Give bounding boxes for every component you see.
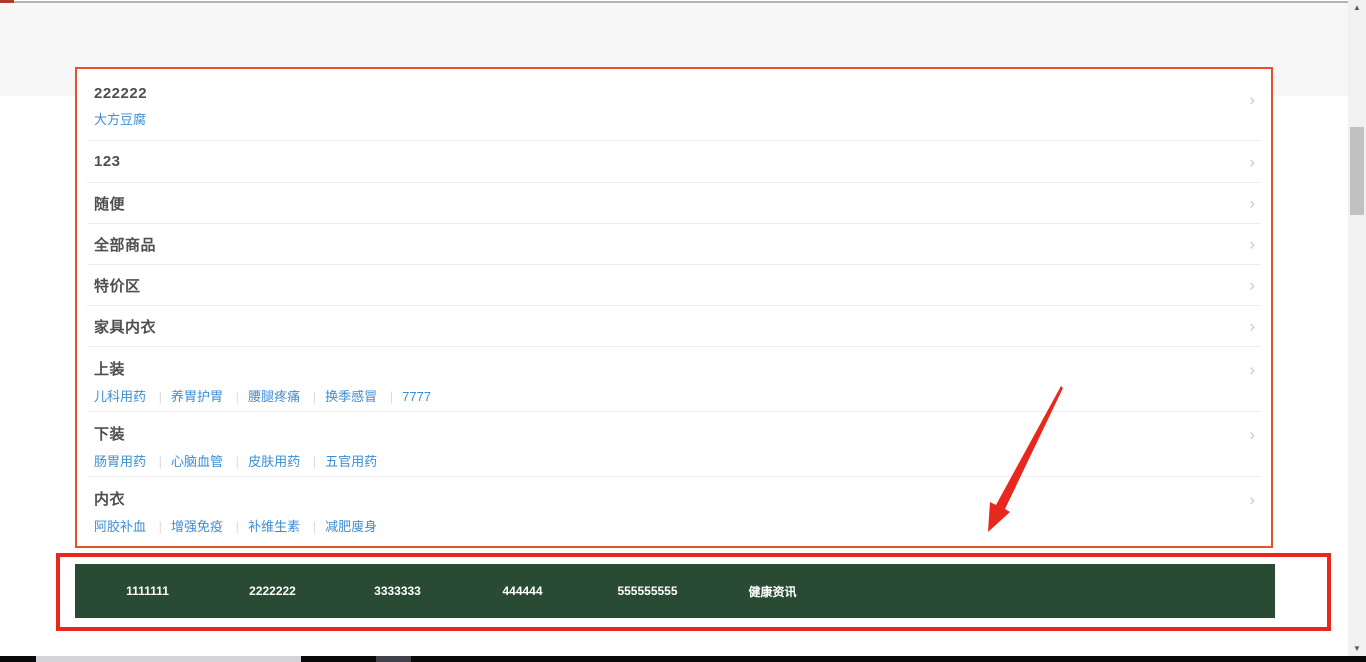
category-title[interactable]: 下装 (94, 423, 1254, 444)
category-row[interactable]: 随便 › (87, 183, 1261, 224)
footer-nav-bar: 1111111 2222222 3333333 444444 555555555… (75, 564, 1275, 618)
footer-nav-item[interactable]: 2222222 (210, 584, 335, 598)
category-title[interactable]: 上装 (94, 358, 1254, 379)
category-title[interactable]: 222222 (94, 85, 1254, 102)
category-panel: 222222 大方豆腐 › 123 › 随便 › 全部商品 › 特价区 › 家具… (75, 67, 1273, 548)
subcategory-link[interactable]: 大方豆腐 (94, 112, 146, 127)
footer-nav-item[interactable]: 健康资讯 (710, 583, 835, 600)
bottom-edge-segment-dark (376, 656, 411, 662)
category-row[interactable]: 内衣 阿胶补血 增强免疫 补维生素 减肥廋身 › (87, 477, 1261, 548)
bottom-edge-segment-light (36, 656, 301, 662)
chevron-right-icon: › (1249, 153, 1255, 170)
page: 222222 大方豆腐 › 123 › 随便 › 全部商品 › 特价区 › 家具… (0, 0, 1366, 662)
scroll-down-icon[interactable]: ▼ (1348, 641, 1366, 657)
footer-nav-item[interactable]: 444444 (460, 584, 585, 598)
footer-nav-item[interactable]: 1111111 (85, 584, 210, 598)
category-row[interactable]: 全部商品 › (87, 224, 1261, 265)
category-title[interactable]: 全部商品 (94, 234, 156, 255)
chevron-right-icon: › (1249, 491, 1255, 508)
category-row[interactable]: 上装 儿科用药 养胃护胃 腰腿疼痛 换季感冒 7777 › (87, 347, 1261, 412)
subcategory-link[interactable]: 养胃护胃 (150, 389, 223, 404)
subcategory-links: 肠胃用药 心脑血管 皮肤用药 五官用药 (94, 451, 1254, 470)
subcategory-link[interactable]: 7777 (381, 389, 431, 404)
subcategory-link[interactable]: 儿科用药 (94, 389, 146, 404)
chevron-right-icon: › (1249, 277, 1255, 294)
subcategory-link[interactable]: 增强免疫 (150, 519, 223, 534)
subcategory-link[interactable]: 减肥廋身 (304, 519, 377, 534)
subcategory-links: 儿科用药 养胃护胃 腰腿疼痛 换季感冒 7777 (94, 386, 1254, 405)
chevron-right-icon: › (1249, 236, 1255, 253)
category-row[interactable]: 222222 大方豆腐 › (87, 69, 1261, 141)
chevron-right-icon: › (1249, 195, 1255, 212)
category-title[interactable]: 特价区 (94, 275, 141, 296)
subcategory-link[interactable]: 腰腿疼痛 (227, 389, 300, 404)
subcategory-link[interactable]: 心脑血管 (150, 454, 223, 469)
footer-nav-item[interactable]: 555555555 (585, 584, 710, 598)
scroll-up-icon[interactable]: ▲ (1348, 0, 1366, 16)
chevron-right-icon: › (1249, 91, 1255, 108)
subcategory-link[interactable]: 补维生素 (227, 519, 300, 534)
subcategory-link[interactable]: 换季感冒 (304, 389, 377, 404)
subcategory-link[interactable]: 皮肤用药 (227, 454, 300, 469)
chevron-right-icon: › (1249, 361, 1255, 378)
category-row[interactable]: 123 › (87, 141, 1261, 183)
category-title[interactable]: 123 (94, 153, 121, 170)
chevron-right-icon: › (1249, 318, 1255, 335)
vertical-scrollbar[interactable]: ▲ ▼ (1348, 0, 1366, 657)
category-row[interactable]: 特价区 › (87, 265, 1261, 306)
category-title[interactable]: 家具内衣 (94, 316, 156, 337)
footer-nav-item[interactable]: 3333333 (335, 584, 460, 598)
top-divider-line (0, 1, 1366, 3)
top-left-red-mark (0, 0, 14, 3)
category-row[interactable]: 家具内衣 › (87, 306, 1261, 347)
scrollbar-thumb[interactable] (1350, 127, 1364, 215)
chevron-right-icon: › (1249, 426, 1255, 443)
subcategory-link[interactable]: 肠胃用药 (94, 454, 146, 469)
subcategory-link[interactable]: 阿胶补血 (94, 519, 146, 534)
subcategory-links: 阿胶补血 增强免疫 补维生素 减肥廋身 (94, 516, 1254, 535)
category-row[interactable]: 下装 肠胃用药 心脑血管 皮肤用药 五官用药 › (87, 412, 1261, 477)
category-title[interactable]: 随便 (94, 193, 125, 214)
category-title[interactable]: 内衣 (94, 488, 1254, 509)
window-bottom-edge (0, 656, 1366, 662)
subcategory-link[interactable]: 五官用药 (304, 454, 377, 469)
subcategory-links: 大方豆腐 (94, 109, 1254, 128)
